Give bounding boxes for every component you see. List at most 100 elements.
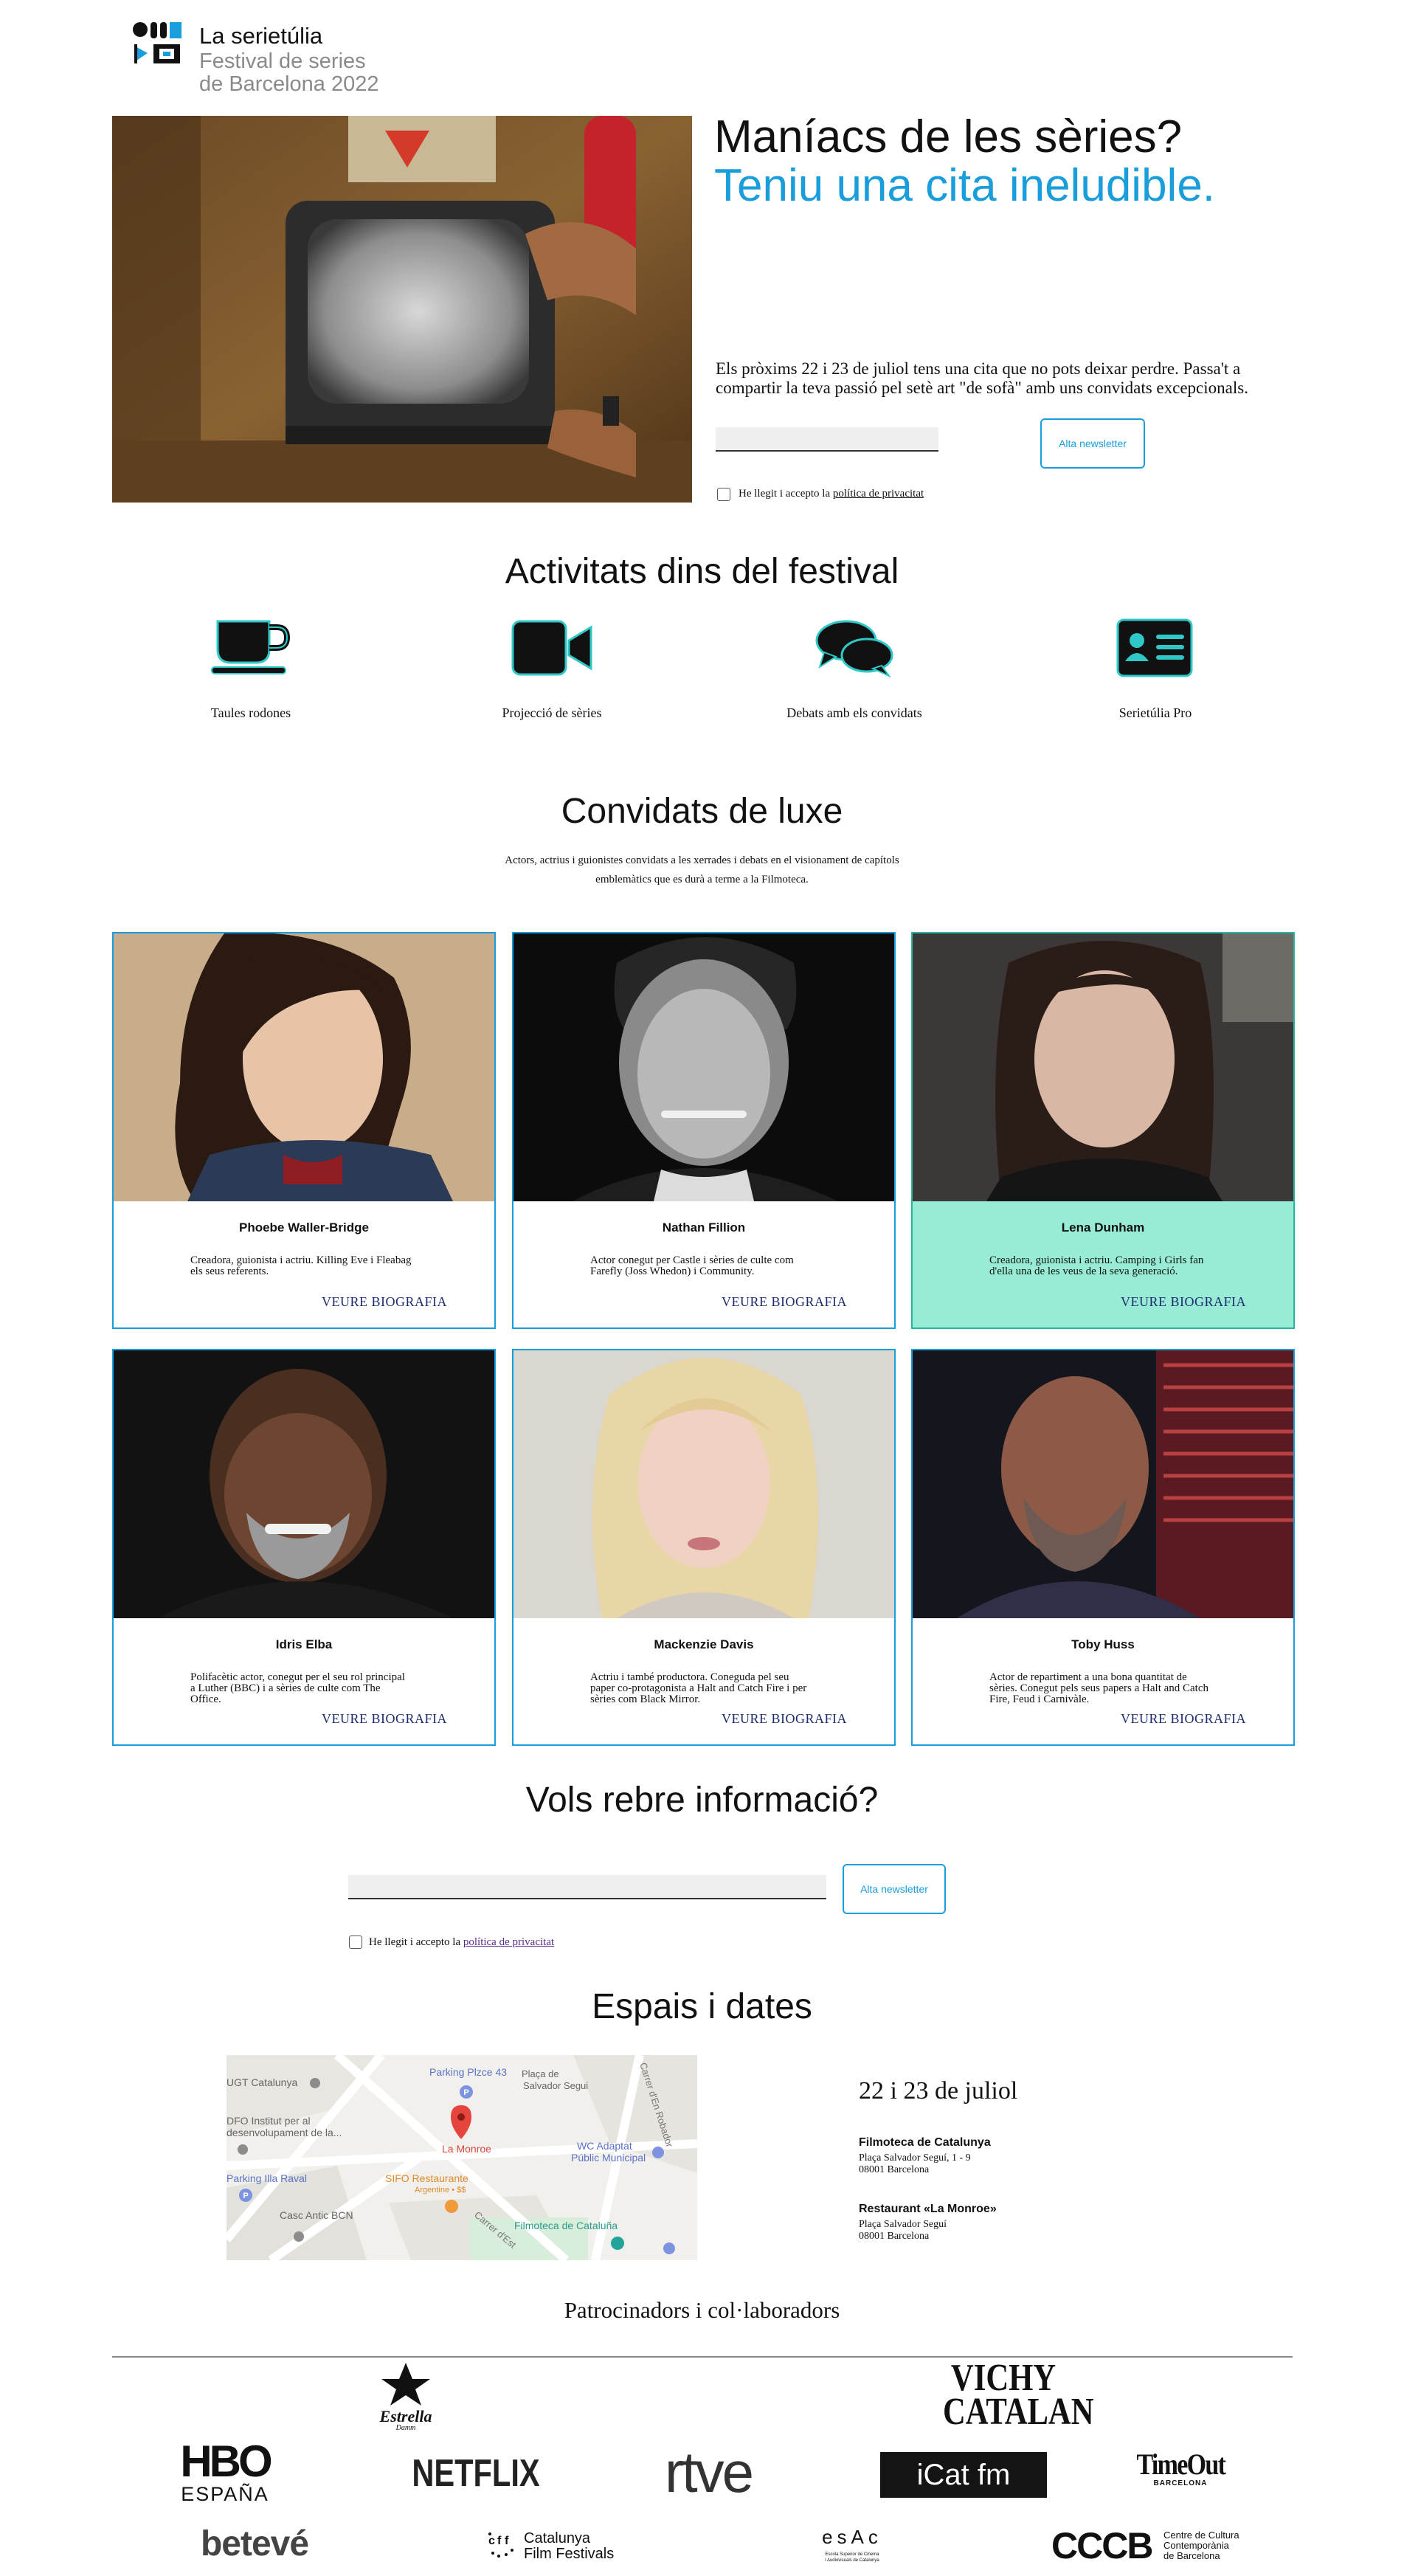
activity-debats[interactable]: Debats amb els convidats (744, 618, 965, 721)
map-label-parking2: Parking Illa Raval (226, 2172, 307, 2184)
festival-logo-icon (133, 22, 181, 63)
guest-info: Toby Huss Actor de repartiment a una bon… (913, 1618, 1293, 1744)
brand-subtitle-line1: Festival de series (199, 49, 366, 73)
hbo-wordmark: HBO (180, 2437, 272, 2486)
map-label-dfo1: DFO Institut per al (226, 2115, 311, 2127)
guest-name: Idris Elba (275, 1637, 333, 1651)
guest-info: Idris Elba Polifacètic actor, conegut pe… (114, 1618, 494, 1744)
guest-photo (513, 933, 894, 1201)
id-card-icon (1116, 618, 1193, 677)
map-canvas: P Parking Plzce 43 Plaça de Salvador Seg… (226, 2055, 697, 2260)
guest-card-highlighted[interactable]: Lena Dunham Creadora, guionista i actriu… (911, 932, 1295, 1329)
hero-privacy-checkbox[interactable] (717, 488, 730, 501)
hero-newsletter-email-input[interactable] (716, 427, 938, 452)
sponsor-netflix[interactable]: NETFLIX (405, 2451, 547, 2496)
activity-label: Debats amb els convidats (786, 705, 922, 720)
guest-bio: Creadora, guionista i actriu. Camping i … (989, 1254, 1204, 1277)
activity-projeccio[interactable]: Projecció de sèries (441, 618, 663, 721)
info-privacy-label: He llegit i accepto la política de priva… (369, 1936, 554, 1949)
guests-intro: Actors, actrius i guionistes convidats a… (505, 854, 899, 885)
coffee-cup-icon (211, 620, 291, 674)
sponsor-icat-fm[interactable]: iCat fm (880, 2452, 1047, 2498)
guest-card[interactable]: Phoebe Waller-Bridge Creadora, guionista… (112, 932, 496, 1329)
svg-text:f: f (497, 2535, 502, 2547)
guests-heading: Convidats de luxe (561, 792, 843, 831)
guest-bio: Polifacètic actor, conegut per el seu ro… (190, 1671, 405, 1705)
venue-name: Restaurant «La Monroe» (859, 2203, 997, 2215)
guest-info: Phoebe Waller-Bridge Creadora, guionista… (114, 1201, 494, 1327)
guest-biography-link[interactable]: VEURE BIOGRAFIA (722, 1294, 847, 1310)
guest-card[interactable]: Toby Huss Actor de repartiment a una bon… (911, 1349, 1295, 1746)
hero-subheading: Teniu una cita ineludible. (714, 160, 1216, 211)
svg-text:c: c (488, 2535, 495, 2547)
activities-heading: Activitats dins del festival (505, 552, 899, 591)
activity-label: Serietúlia Pro (1118, 705, 1192, 720)
guest-biography-link[interactable]: VEURE BIOGRAFIA (1121, 1711, 1246, 1727)
guest-photo (913, 1350, 1293, 1618)
guest-biography-link[interactable]: VEURE BIOGRAFIA (322, 1294, 447, 1310)
guest-card[interactable]: Mackenzie Davis Actriu i també productor… (512, 1349, 896, 1746)
hero-image (112, 116, 692, 503)
sponsor-estrella-damm[interactable]: Estrella Damm (354, 2361, 457, 2432)
guest-name: Phoebe Waller-Bridge (238, 1220, 369, 1235)
info-newsletter-button[interactable]: Alta newsletter (843, 1864, 946, 1914)
guest-bio: Actriu i també productora. Coneguda pel … (590, 1671, 807, 1705)
sponsor-beteve[interactable]: betevé (184, 2524, 325, 2564)
sponsor-vichy-catalan[interactable]: VICHY CATALAN (943, 2359, 1094, 2433)
sponsor-hbo-espana[interactable]: HBO ESPAÑA (166, 2437, 284, 2506)
guest-card[interactable]: Idris Elba Polifacètic actor, conegut pe… (112, 1349, 496, 1746)
esac-sub2: i Audiovisuals de Catalunya (825, 2558, 879, 2563)
guest-bio: Actor de repartiment a una bona quantita… (989, 1671, 1209, 1705)
info-heading: Vols rebre informació? (525, 1781, 879, 1820)
estrella-wordmark: Estrella (379, 2407, 432, 2425)
brand[interactable]: La serietúlia Festival de series de Barc… (199, 22, 378, 96)
guest-bio: Creadora, guionista i actriu. Killing Ev… (190, 1254, 412, 1277)
venue-name: Filmoteca de Catalunya (859, 2136, 991, 2149)
map-label-parking1: Parking Plzce 43 (429, 2066, 507, 2078)
festival-date: 22 i 23 de juliol (859, 2077, 1018, 2104)
guest-biography-link[interactable]: VEURE BIOGRAFIA (1121, 1294, 1246, 1310)
timeout-wordmark: TimeOut (1136, 2448, 1226, 2481)
vichy-line2: CATALAN (943, 2391, 1094, 2433)
sponsor-timeout-barcelona[interactable]: TimeOut BARCELONA (1129, 2448, 1232, 2488)
location-map[interactable]: P Parking Plzce 43 Plaça de Salvador Seg… (226, 2055, 697, 2260)
beteve-wordmark: betevé (200, 2524, 309, 2563)
venue-postcode: 08001 Barcelona (859, 2164, 930, 2175)
svg-text:P: P (463, 2088, 468, 2097)
activity-label: Projecció de sèries (502, 705, 602, 720)
info-newsletter-email-input[interactable] (348, 1875, 826, 1899)
map-label-dfo2: desenvolupament de la... (226, 2127, 342, 2138)
activity-taules-rodones[interactable]: Taules rodones (140, 618, 362, 721)
cccb-sub2: Contemporània (1163, 2540, 1229, 2551)
info-privacy-link[interactable]: política de privacitat (463, 1936, 554, 1948)
map-label-filmoteca: Filmoteca de Cataluña (514, 2220, 618, 2231)
hbo-sub: ESPAÑA (181, 2483, 269, 2505)
activity-serietulia-pro[interactable]: Serietúlia Pro (1045, 618, 1266, 721)
sponsors-heading: Patrocinadors i col·laboradors (564, 2297, 840, 2323)
cccb-sub1: Centre de Cultura (1163, 2530, 1239, 2541)
guest-name: Toby Huss (1071, 1637, 1135, 1651)
map-label-placa2: Salvador Segui (523, 2080, 588, 2091)
sponsor-rtve[interactable]: rtve (638, 2439, 778, 2506)
map-label-sifo2: Argentine • $$ (415, 2186, 466, 2195)
cccb-wordmark: CCCB (1051, 2525, 1153, 2566)
guest-biography-link[interactable]: VEURE BIOGRAFIA (722, 1711, 847, 1727)
venue-address: Plaça Salvador Seguí (859, 2219, 947, 2230)
guest-photo (114, 1350, 494, 1618)
info-privacy-checkbox[interactable] (349, 1936, 362, 1949)
cccb-sub3: de Barcelona (1163, 2550, 1220, 2561)
info-privacy-prefix: He llegit i accepto la (369, 1936, 463, 1948)
map-label-wc2: Públic Municipal (571, 2152, 646, 2164)
hero-newsletter-button[interactable]: Alta newsletter (1040, 418, 1145, 469)
guest-info: Mackenzie Davis Actriu i també productor… (513, 1618, 894, 1744)
brand-subtitle-line2: de Barcelona 2022 (199, 72, 379, 96)
sponsor-escac[interactable]: esAc Escola Superior de Cinema i Audiovi… (812, 2522, 893, 2563)
guest-card[interactable]: Nathan Fillion Actor conegut per Castle … (512, 932, 896, 1329)
guest-photo (513, 1350, 894, 1618)
guest-biography-link[interactable]: VEURE BIOGRAFIA (322, 1711, 447, 1727)
chat-bubbles-icon (815, 620, 893, 677)
hero-privacy-link[interactable]: política de privacitat (833, 488, 924, 500)
sponsors-divider (112, 2356, 1293, 2358)
estrella-sub: Damm (395, 2424, 416, 2432)
guest-info: Lena Dunham Creadora, guionista i actriu… (913, 1201, 1293, 1327)
